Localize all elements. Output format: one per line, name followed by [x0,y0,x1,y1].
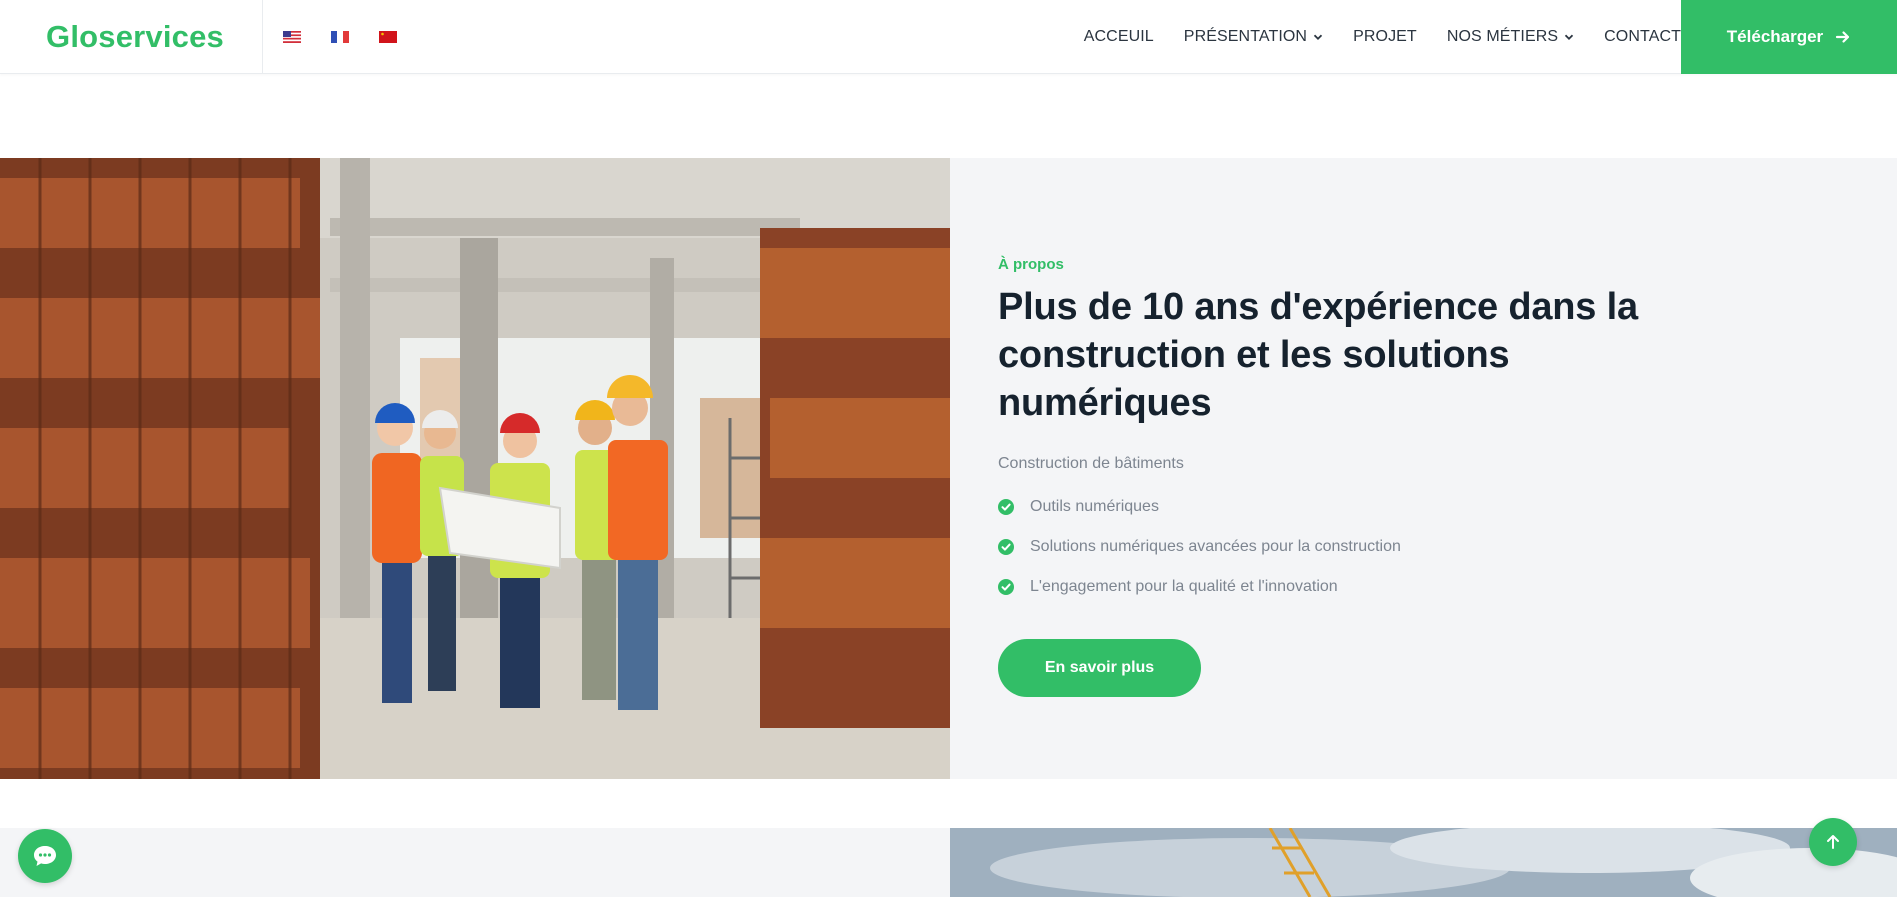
list-item-label: Solutions numériques avancées pour la co… [1030,538,1401,555]
section-eyebrow: À propos [998,256,1064,273]
nav-item-contact[interactable]: CONTACT [1604,28,1681,46]
language-switcher [263,30,397,43]
nav-item-acceuil[interactable]: ACCEUIL [1084,28,1154,46]
nav-label: PROJET [1353,28,1417,45]
main-nav: ACCEUIL PRÉSENTATION PROJET NOS MÉTIERS … [1084,0,1681,74]
about-content: À propos Plus de 10 ans d'expérience dan… [998,256,1638,697]
crane-photo [950,828,1897,897]
section-headline: Plus de 10 ans d'expérience dans la cons… [998,286,1638,424]
list-item-label: Outils numériques [1030,498,1159,515]
section-subtitle: Construction de bâtiments [998,455,1184,472]
list-item: Outils numériques [998,487,1638,527]
chat-button[interactable] [18,829,72,883]
nav-item-projet[interactable]: PROJET [1353,28,1417,46]
list-item: L'engagement pour la qualité et l'innova… [998,567,1638,607]
check-circle-icon [998,499,1014,515]
check-circle-icon [998,579,1014,595]
chevron-down-icon [1565,34,1574,40]
download-label: Télécharger [1726,27,1824,46]
nav-label: PRÉSENTATION [1183,28,1308,45]
arrow-up-icon [1827,835,1839,849]
cn-flag-icon[interactable] [379,30,397,43]
download-button[interactable]: Télécharger [1681,0,1897,74]
list-item-label: L'engagement pour la qualité et l'innova… [1030,578,1338,595]
brand-logo[interactable]: Gloservices [0,0,263,74]
nav-label: NOS MÉTIERS [1446,28,1559,45]
list-item: Solutions numériques avancées pour la co… [998,527,1638,567]
chevron-down-icon [1313,34,1323,40]
chat-icon [34,846,56,866]
nav-label: ACCEUIL [1083,28,1154,45]
check-circle-icon [998,539,1014,555]
site-header: Gloservices ACCEUIL PRÉSENTATION PROJET … [0,0,1897,74]
us-flag-icon[interactable] [283,30,301,43]
construction-workers-photo [0,158,950,779]
next-section-panel [0,828,950,897]
nav-item-presentation[interactable]: PRÉSENTATION [1184,28,1323,46]
learn-more-button[interactable]: En savoir plus [998,639,1201,697]
about-section: À propos Plus de 10 ans d'expérience dan… [0,158,1897,779]
arrow-right-icon [1836,31,1850,43]
fr-flag-icon[interactable] [331,30,349,43]
nav-item-nos-metiers[interactable]: NOS MÉTIERS [1447,28,1574,46]
scroll-to-top-button[interactable] [1809,818,1857,866]
nav-label: CONTACT [1604,28,1681,45]
feature-list: Outils numériques Solutions numériques a… [998,487,1638,607]
